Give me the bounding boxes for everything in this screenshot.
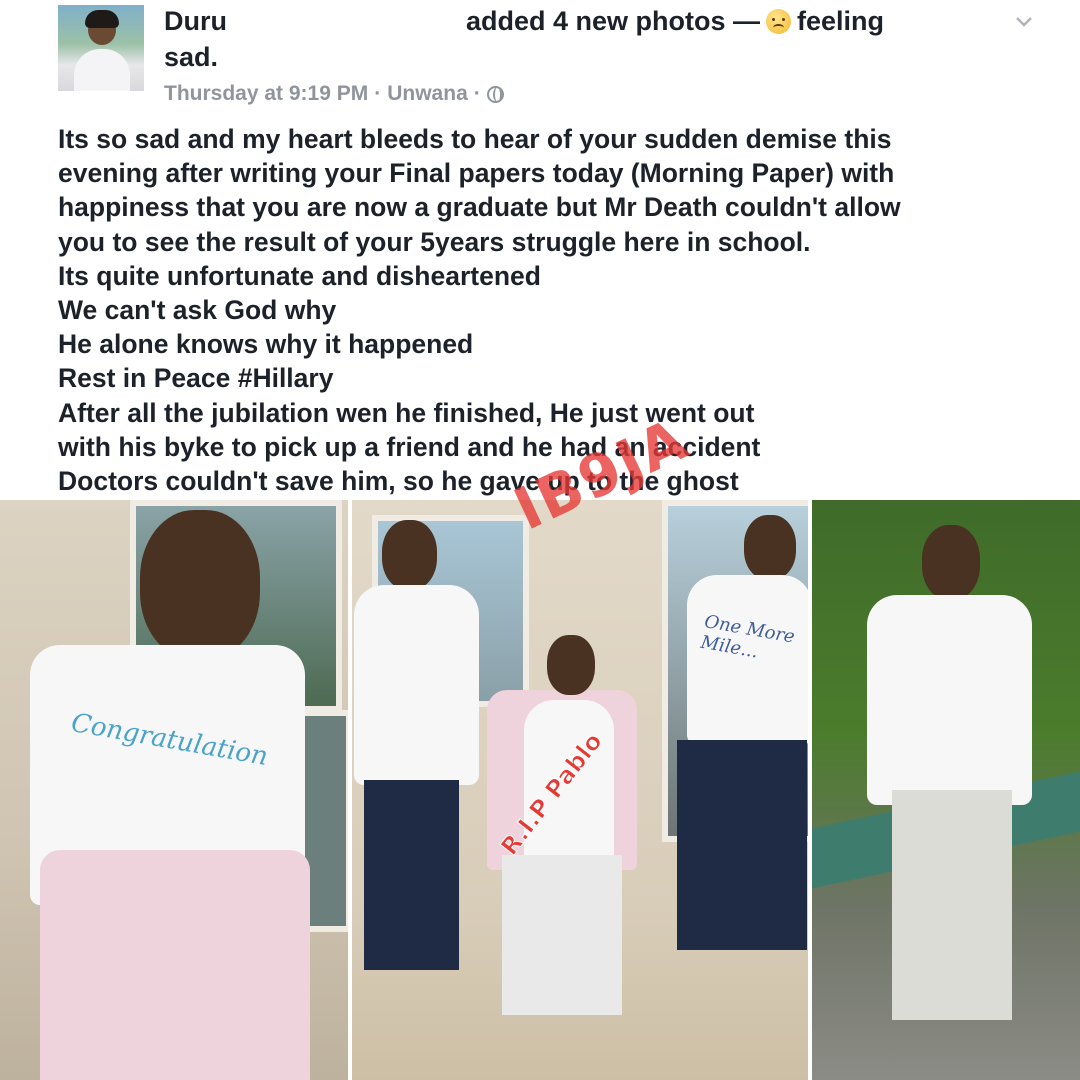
post-text: Its so sad and my heart bleeds to hear o… [58, 122, 1048, 498]
post-text-line: We can't ask God why [58, 295, 337, 326]
post-action-line: added 4 new photos — feeling [466, 6, 884, 37]
post-text-line: Rest in Peace #Hillary [58, 363, 334, 394]
location[interactable]: Unwana [387, 82, 468, 106]
author-name[interactable]: Duru [164, 6, 227, 37]
timestamp[interactable]: Thursday at 9:19 PM [164, 82, 368, 106]
post-text-line: He alone knows why it happened [58, 329, 474, 360]
separator-dot: · [374, 82, 382, 105]
post-text-line: evening after writing your Final papers … [58, 158, 895, 189]
post-header: Duru added 4 new photos — feeling sad. T… [0, 0, 1080, 110]
photo-2[interactable]: One More Mile... [352, 500, 808, 1080]
separator-dot: · [473, 82, 481, 105]
post-text-line: you to see the result of your 5years str… [58, 226, 811, 257]
post-meta: Thursday at 9:19 PM · Unwana · [164, 82, 504, 106]
post-text-line: After all the jubilation wen he finished… [58, 397, 755, 428]
feeling-label: feeling [797, 6, 885, 36]
post-text-line: Its quite unfortunate and disheartened [58, 260, 541, 291]
post-text-line: happiness that you are now a graduate bu… [58, 192, 901, 223]
profile-avatar[interactable] [58, 5, 144, 91]
feeling-value: sad. [164, 42, 219, 72]
photo-1[interactable]: Congratulation [0, 500, 348, 1080]
chevron-down-icon[interactable] [1013, 10, 1035, 32]
sad-face-emoji-icon [766, 9, 792, 34]
photo-3[interactable] [812, 500, 1080, 1080]
post-text-line: Its so sad and my heart bleeds to hear o… [58, 124, 892, 154]
globe-icon[interactable] [486, 85, 504, 103]
action-text[interactable]: added 4 new photos — [466, 6, 760, 37]
